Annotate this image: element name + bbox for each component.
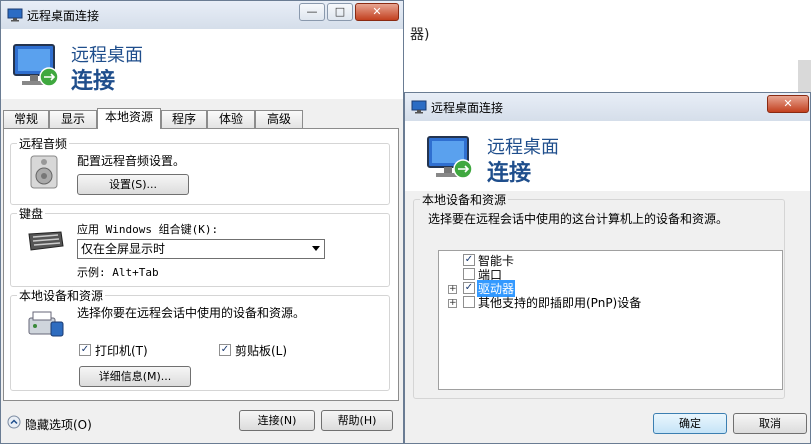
- expand-drives-icon[interactable]: +: [448, 285, 457, 294]
- main-header: 远程桌面 连接: [1, 29, 403, 99]
- ok-button[interactable]: 确定: [653, 413, 727, 434]
- remote-desktop-icon: [7, 8, 23, 22]
- drives-checkbox[interactable]: ✓: [463, 282, 475, 294]
- dialog-close-button[interactable]: ✕: [767, 95, 809, 113]
- devices-icon: [28, 311, 64, 337]
- printer-label[interactable]: 打印机(T): [95, 342, 148, 359]
- maximize-button[interactable]: □: [327, 3, 353, 21]
- details-button[interactable]: 详细信息(M)...: [79, 366, 191, 387]
- tab-display[interactable]: 显示: [49, 110, 97, 128]
- minimize-button[interactable]: —: [299, 3, 325, 21]
- tab-experience[interactable]: 体验: [207, 110, 255, 128]
- tab-local-resources[interactable]: 本地资源: [97, 108, 161, 129]
- help-button[interactable]: 帮助(H): [321, 410, 393, 431]
- remote-audio-group: 远程音频 配置远程音频设置。 设置(S)...: [10, 135, 390, 205]
- clipboard-label[interactable]: 剪贴板(L): [235, 342, 287, 359]
- pnp-checkbox[interactable]: [463, 296, 475, 308]
- audio-settings-button[interactable]: 设置(S)...: [77, 174, 189, 195]
- speaker-icon: [30, 155, 58, 189]
- clipboard-checkbox[interactable]: ✓: [219, 344, 231, 356]
- windows-key-combo-select[interactable]: 仅在全屏显示时: [77, 239, 325, 259]
- dialog-desc: 选择要在远程会话中使用的这台计算机上的设备和资源。: [428, 212, 729, 226]
- ports-checkbox[interactable]: [463, 268, 475, 280]
- dialog-group-title: 本地设备和资源: [420, 191, 509, 208]
- tab-programs[interactable]: 程序: [161, 110, 207, 128]
- remote-audio-desc: 配置远程音频设置。: [77, 154, 186, 168]
- hide-options-link[interactable]: 隐藏选项(O): [25, 416, 92, 433]
- main-window-title: 远程桌面连接: [27, 9, 100, 23]
- keyboard-example: 示例: Alt+Tab: [77, 266, 159, 279]
- monitor-icon: [13, 44, 59, 87]
- local-devices-title: 本地设备和资源: [17, 287, 106, 304]
- local-devices-group: 本地设备和资源 选择你要在远程会话中使用的设备和资源。 ✓ 打印机(T) ✓ 剪…: [10, 287, 390, 391]
- keyboard-icon: [28, 231, 64, 251]
- windows-key-combo-value: 仅在全屏显示时: [81, 242, 166, 256]
- dialog-title: 远程桌面连接: [431, 101, 504, 115]
- monitor-icon: [427, 136, 473, 179]
- background-partial-text: 器): [410, 27, 430, 43]
- printer-checkbox[interactable]: ✓: [79, 344, 91, 356]
- chevron-down-icon: [312, 246, 320, 251]
- keyboard-group: 键盘 应用 Windows 组合键(K): 仅在全屏显示时 示例: Alt+Ta…: [10, 205, 390, 287]
- header-title-line2: 连接: [71, 69, 116, 94]
- connect-button[interactable]: 连接(N): [239, 410, 315, 431]
- tree-item-pnp[interactable]: 其他支持的即插即用(PnP)设备: [478, 294, 641, 311]
- dialog-header-line2: 连接: [487, 161, 532, 186]
- local-resources-panel: 远程音频 配置远程音频设置。 设置(S)... 键盘 应用 Windows 组合…: [3, 128, 399, 401]
- tab-general[interactable]: 常规: [3, 110, 49, 128]
- expand-pnp-icon[interactable]: +: [448, 299, 457, 308]
- close-button[interactable]: ✕: [355, 3, 399, 21]
- tab-advanced[interactable]: 高级: [255, 110, 303, 128]
- local-devices-desc: 选择你要在远程会话中使用的设备和资源。: [77, 306, 306, 320]
- main-window: 远程桌面连接 — □ ✕ 远程桌面 连接 常规 显示 本地资源 程序 体验 高级…: [0, 0, 404, 444]
- cancel-button[interactable]: 取消: [733, 413, 807, 434]
- keyboard-desc: 应用 Windows 组合键(K):: [77, 223, 219, 236]
- main-titlebar[interactable]: 远程桌面连接 — □ ✕: [1, 1, 403, 29]
- keyboard-title: 键盘: [17, 205, 46, 222]
- remote-audio-title: 远程音频: [17, 135, 70, 152]
- smartcard-checkbox[interactable]: ✓: [463, 254, 475, 266]
- dialog-titlebar[interactable]: 远程桌面连接 ✕: [405, 93, 810, 121]
- remote-desktop-icon: [411, 100, 427, 114]
- collapse-up-icon[interactable]: [7, 415, 21, 429]
- device-tree[interactable]: ✓ 智能卡 端口 + ✓ 驱动器 + 其他支持的即插即用(PnP)设备: [438, 250, 783, 390]
- dialog-header: 远程桌面 连接: [405, 121, 810, 191]
